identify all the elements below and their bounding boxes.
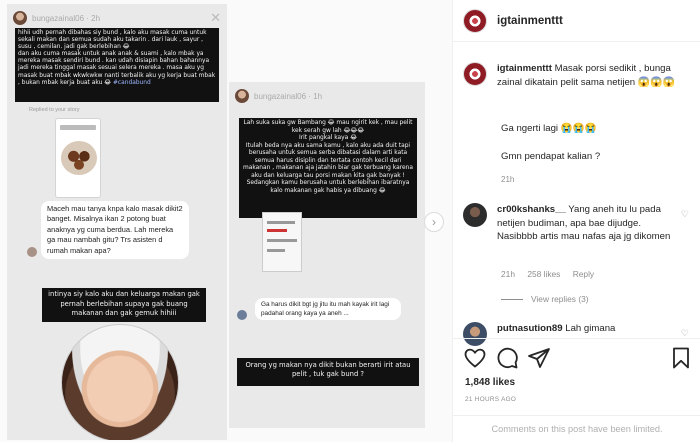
story-thumbnail — [55, 118, 101, 198]
action-bar — [453, 346, 700, 372]
story-username: bungazainal06 · 1h — [254, 91, 323, 101]
heart-icon[interactable]: ♡ — [681, 209, 689, 220]
comment-timestamp[interactable]: 21h — [501, 269, 515, 279]
caption-avatar[interactable] — [463, 62, 487, 86]
caption-text: igtainmenttt Masak porsi sedikit , bunga… — [497, 62, 687, 89]
caption-line: Gmn pendapat kalian ? — [501, 151, 601, 162]
thumbnail-header — [60, 125, 96, 130]
direct-message-bubble: Maceh mau tanya knpa kalo masak dikit2 b… — [41, 201, 189, 259]
share-send-icon[interactable] — [527, 346, 551, 370]
caption-line: Ga ngerti lagi 😭😭😭 — [501, 123, 597, 134]
story-avatar — [13, 11, 27, 25]
commenter-avatar[interactable] — [463, 203, 487, 227]
sender-avatar — [27, 247, 37, 257]
comment-meta: 21h 258 likes Reply — [501, 269, 594, 279]
post-caption: igtainmenttt Masak porsi sedikit , bunga… — [453, 62, 700, 89]
hashtag: #candabund — [112, 79, 151, 86]
caption-emojis: 😱😱😱 — [637, 76, 676, 88]
story-caption-block: intinya siy kalo aku dan keluarga makan … — [42, 288, 206, 322]
likes-count[interactable]: 1,848 likes — [465, 377, 515, 388]
comment-username[interactable]: cr00kshanks__ — [497, 204, 566, 215]
replied-label: Replied to your story — [29, 107, 80, 113]
post-media[interactable]: bungazainal06 · 2h ✕ hihii udh pernah di… — [0, 0, 452, 442]
story-screenshot-left: bungazainal06 · 2h ✕ hihii udh pernah di… — [7, 4, 227, 440]
header-username[interactable]: igtainmenttt — [497, 15, 563, 27]
selfie-photo — [61, 324, 179, 440]
post-side-panel: igtainmenttt igtainmenttt Masak porsi se… — [452, 0, 700, 442]
close-icon: ✕ — [210, 10, 221, 25]
caption-timestamp[interactable]: 21h — [501, 175, 514, 184]
view-replies-label[interactable]: View replies (3) — [531, 294, 589, 304]
caption-username[interactable]: igtainmenttt — [497, 63, 552, 74]
comment-bubble-icon[interactable] — [495, 346, 519, 370]
post-header: igtainmenttt — [453, 0, 700, 42]
story-username: bungazainal06 · 2h — [32, 13, 101, 23]
story-text-block: hihii udh pernah dibahas siy bund , kalo… — [15, 28, 219, 102]
sender-avatar — [237, 310, 247, 320]
story-screenshot-right: bungazainal06 · 1h Lah suka suka gw Bamb… — [229, 82, 425, 428]
comment-text: putnasution89 Lah gimana — [497, 322, 681, 346]
story-text-block: Lah suka suka gw Bambang 😂 mau ngirit ke… — [239, 118, 417, 218]
like-heart-icon[interactable] — [463, 346, 487, 370]
story-header: bungazainal06 · 1h — [235, 87, 419, 105]
comment: putnasution89 Lah gimana ♡ — [453, 322, 700, 346]
reply-button[interactable]: Reply — [573, 269, 594, 279]
bookmark-icon[interactable] — [669, 346, 693, 370]
comment-body: Lah gimana — [562, 323, 616, 334]
story-caption-block: Orang yg makan nya dikit bukan berarti i… — [237, 358, 419, 386]
story-header: bungazainal06 · 2h ✕ — [13, 9, 221, 27]
story-mini-screenshot — [262, 212, 302, 272]
comment: cr00kshanks__ Yang aneh itu lu pada neti… — [453, 203, 700, 244]
story-avatar — [235, 89, 249, 103]
actions-divider — [453, 338, 700, 339]
direct-message-bubble: Ga harus dikit bgt jg jitu itu mah kayak… — [255, 298, 401, 320]
story-reply-text: hihii udh pernah dibahas siy bund , kalo… — [18, 30, 216, 86]
comment-likes[interactable]: 258 likes — [527, 269, 560, 279]
instagram-post-view: bungazainal06 · 2h ✕ hihii udh pernah di… — [0, 0, 700, 442]
food-plate-image — [61, 141, 97, 175]
replies-divider — [501, 298, 523, 300]
comments-limited-notice: Comments on this post have been limited. — [453, 415, 700, 442]
post-timestamp[interactable]: 21 HOURS AGO — [465, 396, 516, 403]
profile-avatar[interactable] — [463, 8, 487, 33]
next-media-button[interactable]: › — [424, 212, 444, 232]
commenter-avatar[interactable] — [463, 322, 487, 346]
comment-text: cr00kshanks__ Yang aneh itu lu pada neti… — [497, 203, 681, 244]
comment-username[interactable]: putnasution89 — [497, 323, 563, 334]
view-replies-button[interactable]: View replies (3) — [501, 294, 589, 304]
